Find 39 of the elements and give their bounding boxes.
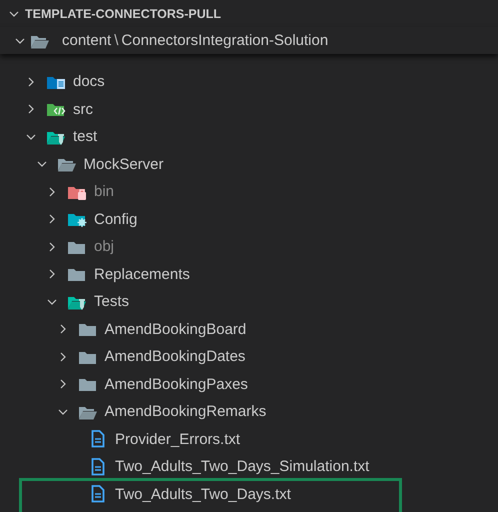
folder-name[interactable]: docs [73,73,105,90]
text-file-icon [91,430,105,448]
chevron-icon[interactable] [9,8,19,18]
sticky-folder-row[interactable]: content \ ConnectorsIntegration-Solution [0,27,498,54]
chevron-icon[interactable] [47,242,57,252]
folder-name[interactable]: bin [94,183,114,200]
folder-name[interactable]: Tests [94,293,130,310]
folder-name[interactable]: AmendBookingBoard [104,320,246,338]
folder-name[interactable]: Replacements [94,266,190,283]
chevron-icon[interactable] [58,406,68,417]
chevron-icon[interactable] [26,104,36,114]
folder-name[interactable]: AmendBookingDates [104,348,246,366]
chevron-icon[interactable] [47,269,57,280]
chevron-icon[interactable] [47,214,57,224]
file-name[interactable]: Two_Adults_Two_Days.txt [115,486,291,503]
path-segment[interactable]: content [62,32,112,49]
file-name[interactable]: Provider_Errors.txt [115,430,240,448]
folder-name[interactable]: AmendBookingPaxes [104,376,248,393]
file-name[interactable]: Two_Adults_Two_Days_Simulation.txt [115,458,370,476]
folder-name[interactable]: test [73,128,98,146]
chevron-icon[interactable] [58,379,68,390]
chevron-icon[interactable] [26,76,36,87]
folder-name[interactable]: obj [94,238,114,256]
path-separator: \ [114,32,118,49]
section-title: TEMPLATE-CONNECTORS-PULL [25,6,222,20]
folder-name[interactable]: src [73,100,93,118]
chevron-icon[interactable] [47,296,57,307]
folder-name[interactable]: MockServer [84,156,164,173]
chevron-icon[interactable] [58,352,68,362]
path-segment[interactable]: ConnectorsIntegration-Solution [121,32,328,49]
text-file-icon [91,458,105,476]
chevron-icon[interactable] [47,186,57,197]
folder-name[interactable]: Config [94,210,138,228]
chevron-icon[interactable] [26,132,36,142]
text-file-icon [91,485,105,504]
chevron-icon[interactable] [36,159,46,170]
chevron-icon[interactable] [58,324,68,334]
chevron-icon[interactable] [15,36,25,46]
folder-name[interactable]: AmendBookingRemarks [104,403,266,420]
